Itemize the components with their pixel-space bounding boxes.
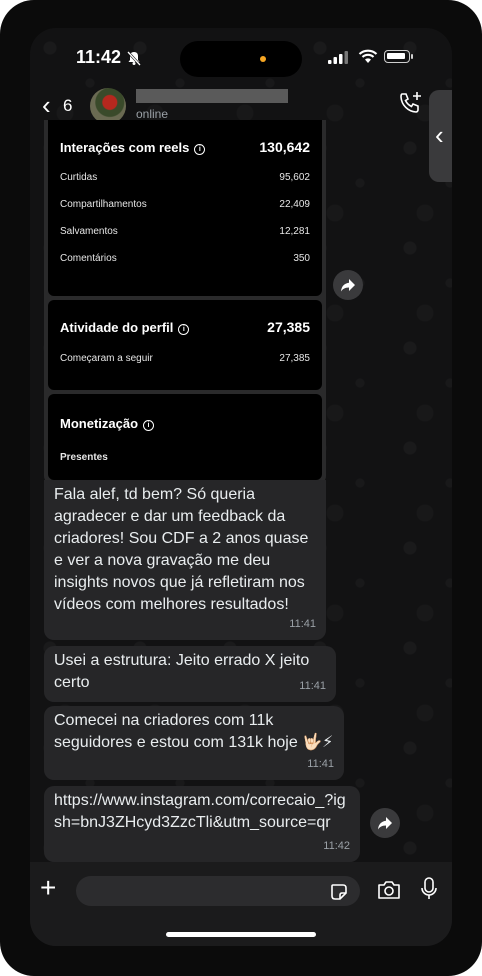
- home-indicator[interactable]: [166, 932, 316, 937]
- message-bubble[interactable]: Usei a estrutura: Jeito errado X jeito c…: [44, 646, 336, 702]
- profile-title-text: Atividade do perfil: [60, 320, 174, 335]
- metric-label: Comentários: [60, 253, 117, 264]
- info-icon: i: [194, 144, 206, 155]
- add-call-icon[interactable]: [397, 90, 423, 116]
- message-bubble[interactable]: Comecei na criadores com 11k seguidores …: [44, 706, 344, 780]
- metric-label: Salvamentos: [60, 226, 118, 237]
- forward-button[interactable]: [333, 270, 363, 300]
- metric-value: 22,409: [279, 199, 310, 210]
- card-title: Monetização i: [60, 416, 155, 431]
- card-title: Atividade do perfil i: [60, 320, 190, 335]
- forward-button[interactable]: [370, 808, 400, 838]
- message-link[interactable]: https://www.instagram.com/correcaio_?igs…: [54, 790, 352, 834]
- battery-icon: [384, 50, 410, 63]
- metric-label: Começaram a seguir: [60, 353, 153, 364]
- signal-icon: [328, 51, 348, 64]
- message-time: 11:41: [299, 680, 326, 692]
- metric-row: Começaram a seguir 27,385: [60, 353, 310, 364]
- card-title: Interações com reels i: [60, 140, 206, 155]
- metric-value: 12,281: [279, 226, 310, 237]
- message-bubble[interactable]: Fala alef, td bem? Só queria agradecer e…: [44, 480, 326, 640]
- metric-row: Salvamentos 12,281: [60, 226, 310, 237]
- profile-total: 27,385: [267, 319, 310, 335]
- metric-label: Compartilhamentos: [60, 199, 147, 210]
- monetization-card: Monetização i Presentes: [48, 394, 322, 480]
- metric-value: 27,385: [279, 353, 310, 364]
- info-icon: i: [143, 420, 155, 431]
- reels-total: 130,642: [259, 139, 310, 155]
- camera-icon[interactable]: [377, 880, 401, 900]
- metric-value: 95,602: [279, 172, 310, 183]
- battery-tip: [411, 54, 413, 59]
- forward-arrow-icon: [378, 817, 392, 830]
- contact-avatar[interactable]: [90, 88, 126, 124]
- forward-arrow-icon: [341, 279, 355, 292]
- metric-value: 350: [293, 253, 310, 264]
- chevron-left-icon: ‹: [435, 120, 444, 150]
- reels-title-text: Interações com reels: [60, 140, 190, 155]
- message-time: 11:41: [307, 758, 334, 770]
- metric-label: Curtidas: [60, 172, 98, 183]
- wifi-icon: [358, 49, 378, 63]
- insights-image-message[interactable]: Interações com reels i 130,642 Curtidas 95…: [44, 120, 326, 484]
- back-chevron-icon[interactable]: ‹: [42, 92, 51, 118]
- privacy-indicator-dot: [260, 56, 266, 62]
- message-text: Usei a estrutura: Jeito errado X jeito c…: [54, 652, 310, 691]
- microphone-icon[interactable]: [421, 877, 437, 901]
- message-input-bar: +: [30, 862, 452, 946]
- back-unread-count[interactable]: 6: [63, 96, 72, 116]
- profile-activity-card: Atividade do perfil i 27,385 Começaram a …: [48, 300, 322, 390]
- bell-slash-icon: [127, 51, 141, 66]
- monetization-subtitle: Presentes: [60, 452, 108, 463]
- monetization-title-text: Monetização: [60, 416, 139, 431]
- sticker-icon[interactable]: [330, 883, 348, 901]
- status-bar: 11:42: [30, 28, 452, 88]
- message-text: Comecei na criadores com 11k seguidores …: [54, 712, 334, 751]
- metric-row: Compartilhamentos 22,409: [60, 199, 310, 210]
- phone-frame: 11:42 ‹ 6 online ‹ Interações com reels …: [0, 0, 482, 976]
- plus-icon[interactable]: +: [40, 874, 56, 902]
- side-panel-tab[interactable]: ‹: [429, 90, 452, 182]
- contact-name-redacted[interactable]: [136, 89, 288, 103]
- dynamic-island: [180, 41, 302, 77]
- message-bubble-link[interactable]: https://www.instagram.com/correcaio_?igs…: [44, 786, 360, 862]
- chat-screen: 11:42 ‹ 6 online ‹ Interações com reels …: [30, 28, 452, 946]
- contact-status: online: [136, 107, 169, 121]
- message-text: Fala alef, td bem? Só queria agradecer e…: [54, 486, 309, 613]
- info-icon: i: [178, 324, 190, 335]
- status-time: 11:42: [76, 47, 122, 67]
- metric-row: Comentários 350: [60, 253, 310, 264]
- reels-interactions-card: Interações com reels i 130,642 Curtidas 95…: [48, 120, 322, 296]
- message-input[interactable]: [76, 876, 360, 906]
- metric-row: Curtidas 95,602: [60, 172, 310, 183]
- message-time: 11:42: [323, 840, 350, 852]
- message-time: 11:41: [289, 618, 316, 630]
